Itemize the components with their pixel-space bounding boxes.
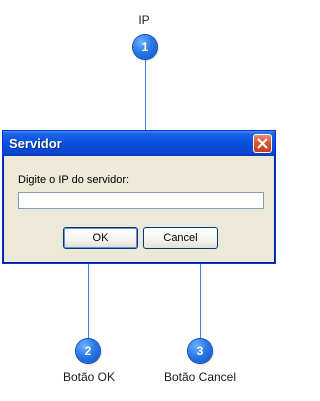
callout-2-badge: 2 [76,339,100,363]
dialog-title: Servidor [9,136,62,151]
callout-2-connector [88,256,89,339]
close-button[interactable] [253,134,272,153]
callout-3-badge: 3 [188,339,212,363]
servidor-dialog: Servidor Digite o IP do servidor: OK Can… [2,130,276,264]
dialog-titlebar[interactable]: Servidor [3,131,275,156]
callout-2-label: Botão OK [62,370,116,384]
cancel-button[interactable]: Cancel [143,227,218,249]
callout-3-connector [200,256,201,339]
callout-3-label: Botão Cancel [163,370,237,384]
ip-prompt-label: Digite o IP do servidor: [18,174,130,186]
callout-1-badge: 1 [133,35,157,59]
ok-button[interactable]: OK [63,227,138,249]
ip-input[interactable] [18,192,264,209]
close-icon [257,138,268,149]
callout-1-label: IP [138,13,150,27]
